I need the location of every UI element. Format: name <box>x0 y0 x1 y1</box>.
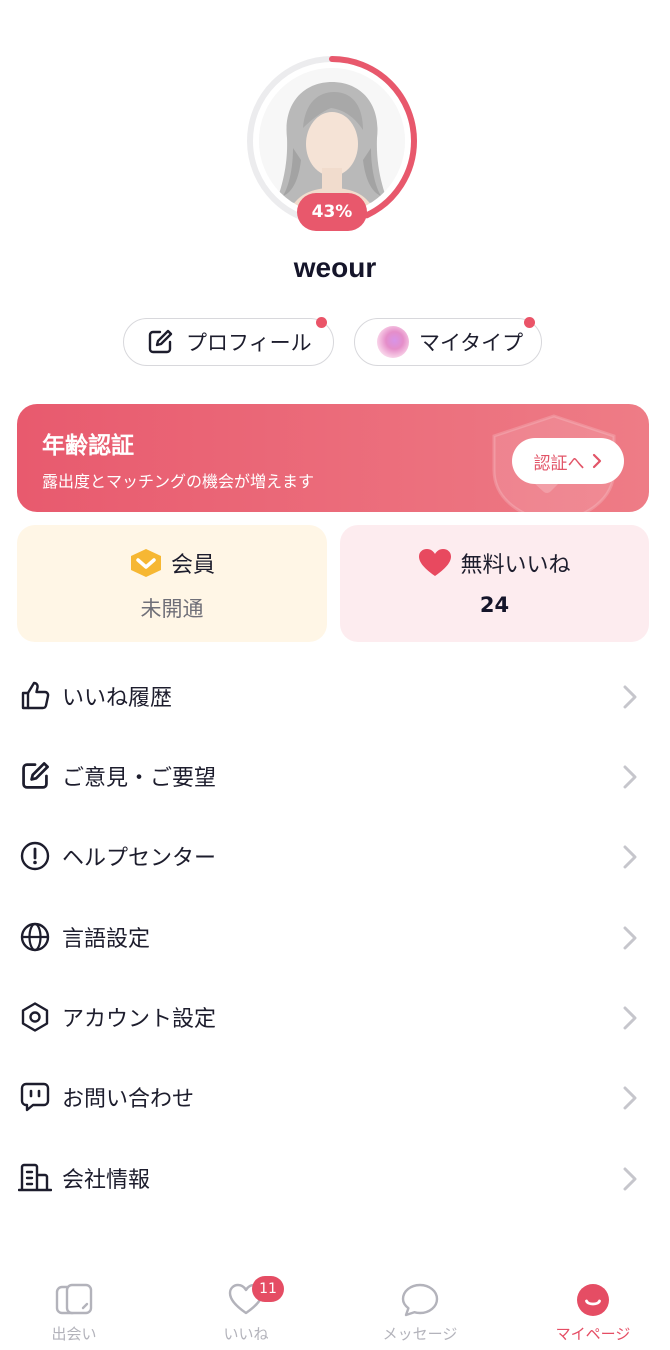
username: weour <box>293 252 377 283</box>
verify-button-label: 認証へ <box>533 453 585 474</box>
menu-item-label: アカウント設定 <box>62 1007 217 1032</box>
menu-item-label: 会社情報 <box>62 1168 151 1193</box>
nav-label: マイページ <box>555 1325 631 1343</box>
nav-label: メッセージ <box>382 1325 458 1343</box>
speech-bubble-icon <box>401 1283 439 1317</box>
mytype-button-label: マイタイプ <box>419 331 524 355</box>
menu-item-label: ご意見・ご要望 <box>62 766 217 791</box>
exclamation-circle-icon <box>18 839 52 873</box>
cards-icon <box>55 1283 93 1315</box>
globe-icon <box>18 920 52 954</box>
menu-item-label: お問い合わせ <box>62 1087 195 1112</box>
smile-icon <box>577 1284 609 1316</box>
nav-label: いいね <box>223 1325 269 1343</box>
gradient-orb-icon <box>377 326 409 358</box>
nav-tab-mypage[interactable]: マイページ <box>523 1268 663 1350</box>
vip-diamond-icon <box>130 549 161 577</box>
chat-icon <box>18 1080 52 1114</box>
edit-icon <box>18 759 52 793</box>
menu-item-feedback[interactable]: ご意見・ご要望 <box>0 746 670 806</box>
membership-status: 未開通 <box>140 597 204 621</box>
nav-tab-encounters[interactable]: 出会い <box>4 1268 144 1350</box>
nav-tab-messages[interactable]: メッセージ <box>350 1268 490 1350</box>
thumbs-up-icon <box>18 679 52 713</box>
menu-item-contact[interactable]: お問い合わせ <box>0 1067 670 1127</box>
membership-label: 会員 <box>170 553 215 578</box>
banner-subtitle: 露出度とマッチングの機会が増えます <box>42 472 315 491</box>
menu-item-company-info[interactable]: 会社情報 <box>0 1148 670 1208</box>
menu-item-help-center[interactable]: ヘルプセンター <box>0 826 670 886</box>
completion-badge: 43% <box>297 193 367 231</box>
profile-button-label: プロフィール <box>186 331 312 355</box>
chevron-right-icon <box>623 765 637 789</box>
building-icon <box>18 1161 52 1195</box>
heart-icon <box>419 549 452 576</box>
chevron-right-icon <box>623 1086 637 1110</box>
chevron-right-icon <box>592 453 601 469</box>
age-verification-banner[interactable]: 年齢認証 露出度とマッチングの機会が増えます 認証へ <box>17 404 649 512</box>
edit-icon <box>148 329 173 354</box>
banner-title: 年齢認証 <box>42 433 134 459</box>
menu-item-label: 言語設定 <box>62 927 151 952</box>
chevron-right-icon <box>623 926 637 950</box>
free-likes-card[interactable]: 無料いいね 24 <box>340 525 649 642</box>
bottom-navigation: 出会い いいね メッセージ マイページ <box>0 1268 670 1350</box>
chevron-right-icon <box>623 1006 637 1030</box>
menu-item-account-settings[interactable]: アカウント設定 <box>0 987 670 1047</box>
membership-card[interactable]: 会員 未開通 <box>17 525 327 642</box>
settings-hexagon-icon <box>18 1000 52 1034</box>
mytype-button[interactable]: マイタイプ <box>354 317 542 366</box>
likes-count-badge: 11 <box>252 1276 284 1302</box>
profile-avatar[interactable]: 43% <box>245 54 419 231</box>
menu-item-label: いいね履歴 <box>62 686 173 711</box>
notification-dot <box>524 317 535 328</box>
chevron-right-icon <box>623 845 637 869</box>
free-likes-label: 無料いいね <box>460 553 571 578</box>
menu-item-like-history[interactable]: いいね履歴 <box>0 666 670 726</box>
chevron-right-icon <box>623 685 637 709</box>
nav-tab-likes[interactable]: いいね <box>176 1268 316 1350</box>
nav-label: 出会い <box>51 1325 97 1343</box>
verify-button[interactable]: 認証へ <box>512 438 624 484</box>
profile-edit-button[interactable]: プロフィール <box>123 317 334 366</box>
chevron-right-icon <box>623 1167 637 1191</box>
notification-dot <box>316 317 327 328</box>
menu-item-language[interactable]: 言語設定 <box>0 907 670 967</box>
menu-item-label: ヘルプセンター <box>62 846 217 871</box>
free-likes-count: 24 <box>479 593 510 617</box>
